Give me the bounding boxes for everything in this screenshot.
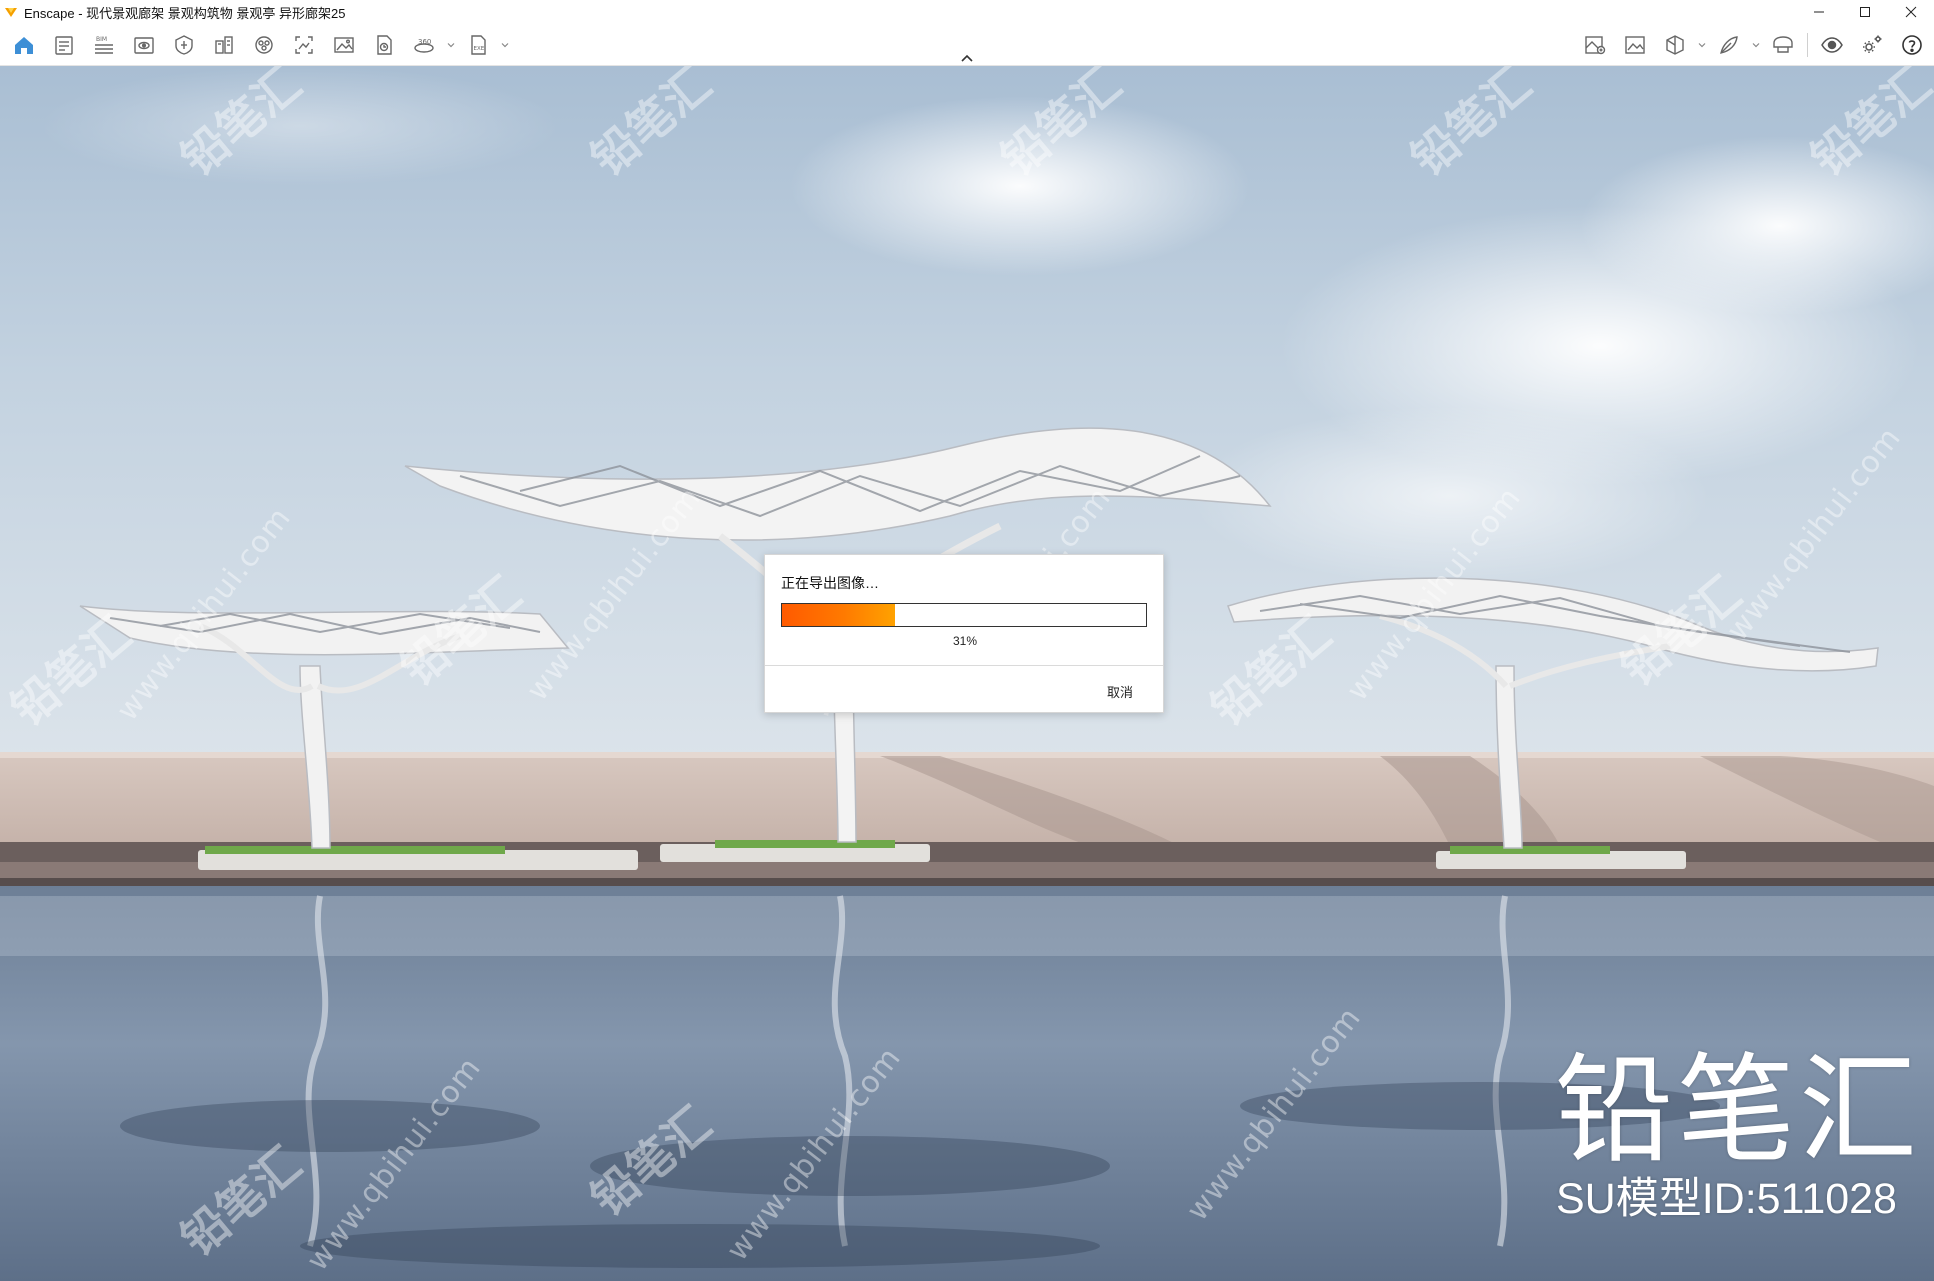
export-progress-dialog: 正在导出图像… 31% 取消 bbox=[764, 554, 1164, 713]
view-mode-icon[interactable] bbox=[124, 28, 164, 62]
maximize-icon[interactable] bbox=[1842, 0, 1888, 24]
site-context-icon[interactable] bbox=[204, 28, 244, 62]
progress-fill bbox=[782, 604, 895, 626]
material-icon[interactable] bbox=[164, 28, 204, 62]
bim-icon[interactable]: BIM bbox=[84, 28, 124, 62]
svg-text:BIM: BIM bbox=[96, 36, 107, 43]
close-icon[interactable] bbox=[1888, 0, 1934, 24]
home-icon[interactable] bbox=[4, 28, 44, 62]
help-icon[interactable] bbox=[1892, 28, 1932, 62]
exe-export-icon[interactable]: EXE bbox=[458, 28, 498, 62]
progress-percentage: 31% bbox=[952, 634, 978, 648]
360-export-icon[interactable]: 360 bbox=[404, 28, 444, 62]
window-title: Enscape - 现代景观廊架 景观构筑物 景观亭 异形廊架25 bbox=[24, 5, 346, 21]
chevron-down-icon[interactable] bbox=[498, 28, 512, 62]
chevron-down-icon[interactable] bbox=[1695, 28, 1709, 62]
svg-text:360: 360 bbox=[418, 38, 431, 46]
brand-logo: 铅笔汇 bbox=[1555, 1041, 1922, 1179]
toolbar-left-group: BIM 360 EXE bbox=[4, 28, 512, 62]
window-controls bbox=[1796, 0, 1934, 24]
gallery-icon[interactable] bbox=[324, 28, 364, 62]
toolbar-separator bbox=[1807, 33, 1808, 57]
visual-settings-icon[interactable] bbox=[1812, 28, 1852, 62]
toolbar-right-group bbox=[1575, 28, 1932, 62]
assets-icon[interactable] bbox=[44, 28, 84, 62]
dialog-divider bbox=[765, 665, 1163, 666]
enscape-logo-icon bbox=[2, 0, 20, 24]
chevron-down-icon[interactable] bbox=[1749, 28, 1763, 62]
dialog-title: 正在导出图像… bbox=[781, 575, 879, 591]
chevron-down-icon[interactable] bbox=[444, 28, 458, 62]
section-icon[interactable] bbox=[1655, 28, 1695, 62]
model-id-label: SU模型ID:511028 bbox=[1556, 1175, 1897, 1223]
vr-headset-icon[interactable] bbox=[1763, 28, 1803, 62]
settings-icon[interactable] bbox=[1852, 28, 1892, 62]
title-bar: Enscape - 现代景观廊架 景观构筑物 景观亭 异形廊架25 bbox=[0, 0, 1934, 24]
capture-icon[interactable] bbox=[284, 28, 324, 62]
batch-render-icon[interactable] bbox=[364, 28, 404, 62]
export-progress-bar bbox=[781, 603, 1147, 627]
minimize-icon[interactable] bbox=[1796, 0, 1842, 24]
cancel-button[interactable]: 取消 bbox=[1107, 682, 1133, 701]
svg-text:EXE: EXE bbox=[474, 46, 485, 52]
image-export-icon[interactable] bbox=[1615, 28, 1655, 62]
asset-library-icon[interactable] bbox=[1575, 28, 1615, 62]
chevron-up-icon[interactable] bbox=[955, 50, 979, 66]
atmosphere-icon[interactable] bbox=[1709, 28, 1749, 62]
panorama-icon[interactable] bbox=[244, 28, 284, 62]
